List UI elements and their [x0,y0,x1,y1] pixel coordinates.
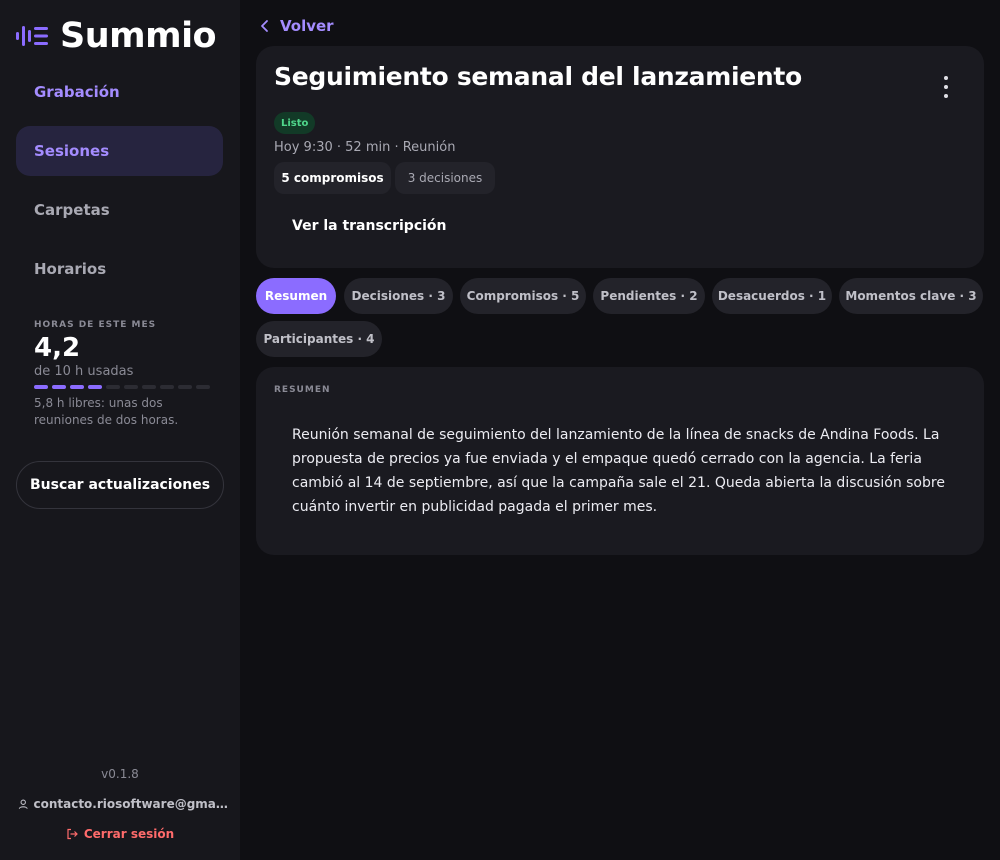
user-email: contacto.riosoftware@gmail.com [33,797,228,811]
hours-value: 4,2 [34,333,81,363]
app-version: v0.1.8 [101,767,139,781]
tab-participantes[interactable]: Participantes · 4 [256,321,382,357]
hours-progress-segment [106,385,120,389]
app-logo[interactable]: Summio [16,16,217,56]
decisions-chip[interactable]: 3 decisiones [395,162,495,194]
chevron-left-icon [261,20,268,32]
hours-progress-segment [88,385,102,389]
summary-label: RESUMEN [274,385,331,395]
hours-progress-segment [196,385,210,389]
waveform-logo-icon [16,26,48,46]
sidebar-item-label: Horarios [34,260,107,278]
hours-usage: HORAS DE ESTE MES 4,2 de 10 h usadas 5,8… [34,320,224,429]
summary-text: Reunión semanal de seguimiento del lanza… [292,427,945,515]
sidebar-item-grabacion[interactable]: Grabación [16,67,223,117]
commitments-chip[interactable]: 5 compromisos [274,162,391,194]
summary-card: RESUMEN Reunión semanal de seguimiento d… [256,367,984,555]
status-badge: Listo [274,112,316,134]
tab-decisiones[interactable]: Decisiones · 3 [344,278,453,314]
session-meta: Hoy 9:30 · 52 min · Reunión [274,140,456,155]
hours-progress-bar [34,385,224,389]
sidebar-item-label: Grabación [34,83,120,101]
tab-pendientes[interactable]: Pendientes · 2 [593,278,705,314]
hours-progress-segment [124,385,138,389]
logout-icon [67,828,78,840]
sidebar-item-sesiones[interactable]: Sesiones [16,126,223,176]
sidebar-item-carpetas[interactable]: Carpetas [16,185,223,235]
app-name: Summio [60,16,217,56]
hours-progress-segment [178,385,192,389]
back-label: Volver [280,17,334,35]
session-header-card: Seguimiento semanal del lanzamiento List… [256,46,984,268]
page-title: Seguimiento semanal del lanzamiento [274,62,802,91]
sidebar-item-horarios[interactable]: Horarios [16,244,223,294]
check-updates-button[interactable]: Buscar actualizaciones [16,461,224,509]
sidebar-item-label: Sesiones [34,142,110,160]
hours-progress-segment [52,385,66,389]
user-account: contacto.riosoftware@gmail.com [18,797,228,811]
hours-progress-segment [142,385,156,389]
logout-label: Cerrar sesión [83,827,175,841]
sidebar-item-label: Carpetas [34,201,110,219]
sidebar: Summio Grabación Sesiones Carpetas Horar… [0,0,240,860]
hours-progress-segment [70,385,84,389]
tab-resumen[interactable]: Resumen [256,278,336,314]
hours-progress-segment [34,385,48,389]
hours-progress-segment [160,385,174,389]
tab-compromisos[interactable]: Compromisos · 5 [460,278,586,314]
hours-title: HORAS DE ESTE MES [34,320,157,330]
tab-desacuerdos[interactable]: Desacuerdos · 1 [712,278,832,314]
more-options-icon[interactable] [938,76,954,98]
view-transcript-link[interactable]: Ver la transcripción [292,218,447,234]
hours-note: 5,8 h libres: unas dos reuniones de dos … [34,396,179,427]
user-icon [18,799,28,809]
hours-used-label: de 10 h usadas [34,364,134,379]
back-link[interactable]: Volver [260,17,334,35]
logout-button[interactable]: Cerrar sesión [0,827,240,841]
tab-momentos-clave[interactable]: Momentos clave · 3 [839,278,983,314]
